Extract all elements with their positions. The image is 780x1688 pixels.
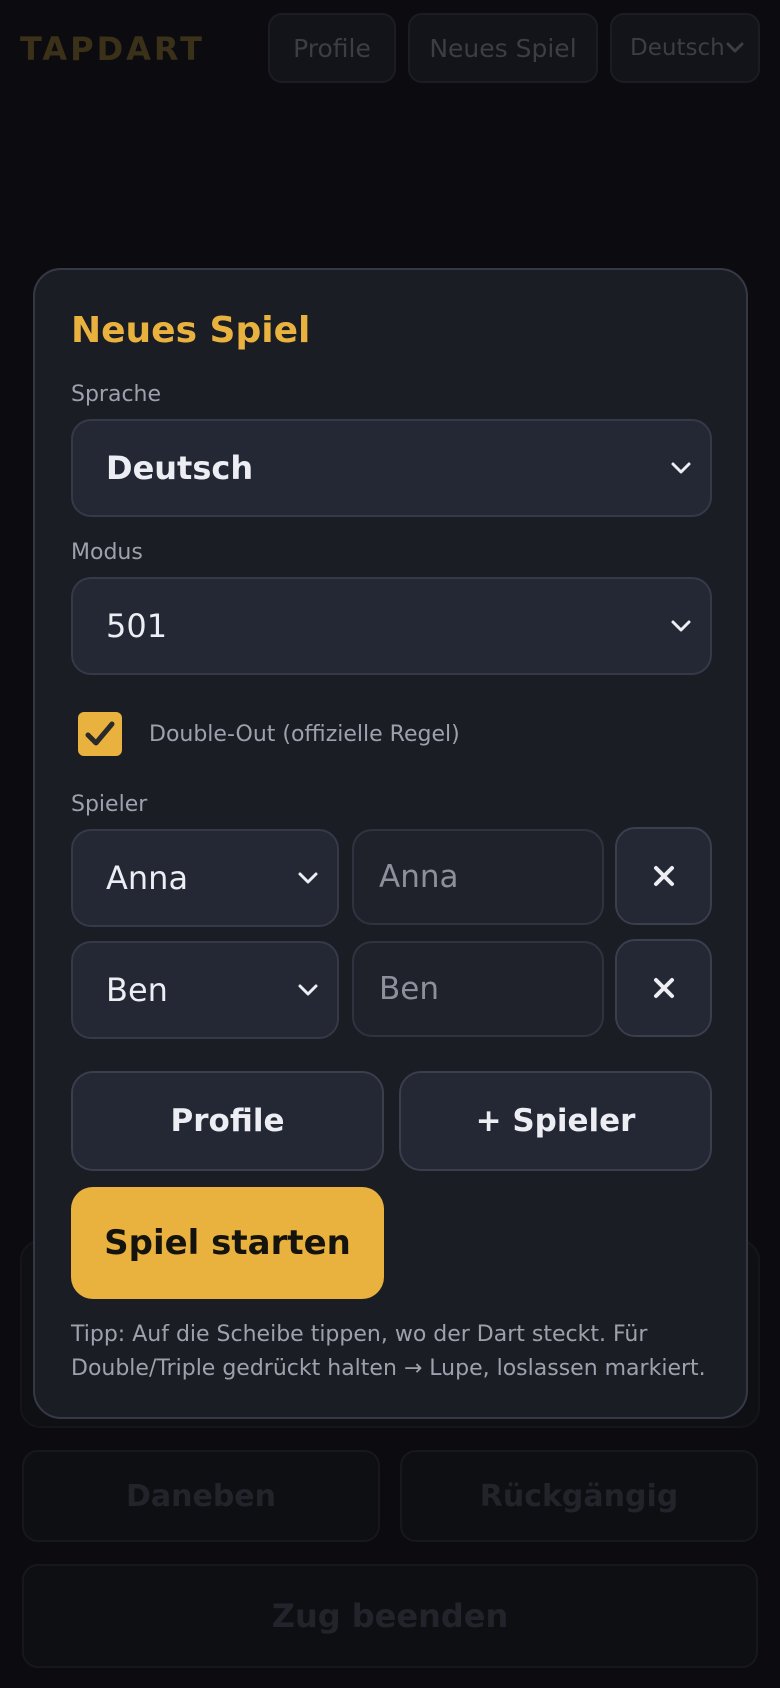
close-icon	[653, 866, 674, 886]
remove-player-button[interactable]	[615, 939, 712, 1037]
chevron-down-icon	[297, 979, 319, 1001]
language-select-value: Deutsch	[106, 449, 254, 487]
undo-button[interactable]: Rückgängig	[400, 1450, 758, 1542]
new-game-dialog: Neues Spiel Sprache Deutsch Modus 501 Do…	[33, 268, 748, 1419]
player-profile-value: Anna	[106, 859, 189, 897]
add-player-button[interactable]: + Spieler	[399, 1071, 712, 1171]
close-icon	[653, 978, 674, 998]
player-name-input[interactable]: Ben	[352, 941, 604, 1037]
chevron-down-icon	[297, 867, 319, 889]
player-profile-select[interactable]: Anna	[71, 829, 339, 927]
miss-button[interactable]: Daneben	[22, 1450, 380, 1542]
nav-profile-button[interactable]: Profile	[268, 13, 396, 83]
remove-player-button[interactable]	[615, 827, 712, 925]
mode-select-value: 501	[106, 607, 168, 645]
end-turn-button[interactable]: Zug beenden	[22, 1564, 758, 1668]
nav-language-value: Deutsch	[630, 35, 725, 61]
profiles-button[interactable]: Profile	[71, 1071, 384, 1171]
checkmark-icon	[85, 721, 115, 746]
tip-text: Tipp: Auf die Scheibe tippen, wo der Dar…	[71, 1322, 706, 1381]
player-profile-select[interactable]: Ben	[71, 941, 339, 1039]
nav-language-select[interactable]: Deutsch	[610, 13, 760, 83]
player-profile-value: Ben	[106, 971, 168, 1009]
players-label: Spieler	[71, 792, 148, 817]
chevron-down-icon	[670, 457, 692, 479]
double-out-label[interactable]: Double-Out (offizielle Regel)	[149, 722, 460, 747]
top-bar: TAPDART Profile Neues Spiel Deutsch	[0, 0, 780, 96]
double-out-checkbox[interactable]	[78, 712, 122, 756]
nav-new-game-button[interactable]: Neues Spiel	[408, 13, 598, 83]
chevron-down-icon	[670, 615, 692, 637]
language-select[interactable]: Deutsch	[71, 419, 712, 517]
app-logo: TAPDART	[20, 30, 205, 68]
language-label: Sprache	[71, 382, 162, 407]
mode-select[interactable]: 501	[71, 577, 712, 675]
mode-label: Modus	[71, 540, 143, 565]
player-name-input[interactable]: Anna	[352, 829, 604, 925]
start-game-button[interactable]: Spiel starten	[71, 1187, 384, 1299]
dialog-title: Neues Spiel	[71, 310, 311, 351]
chevron-down-icon	[724, 37, 746, 59]
